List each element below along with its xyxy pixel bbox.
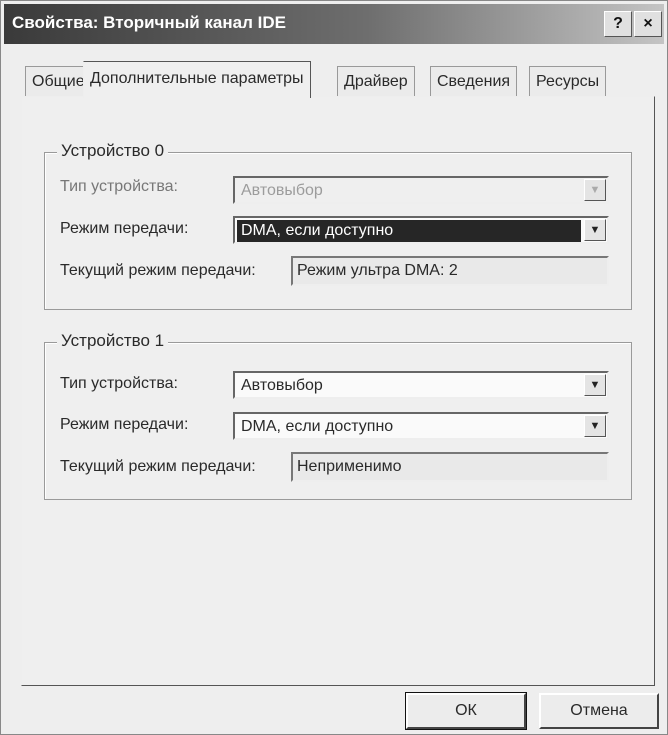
- device1-current-field: Неприменимо: [291, 452, 609, 482]
- device0-type-label: Тип устройства:: [60, 178, 178, 195]
- help-button[interactable]: ?: [604, 11, 632, 37]
- device1-mode-label: Режим передачи:: [60, 416, 189, 433]
- device0-current-field: Режим ультра DMA: 2: [291, 256, 609, 286]
- device1-type-value: Автовыбор: [241, 377, 323, 394]
- device0-group: Устройство 0 Тип устройства: Автовыбор ▼…: [44, 141, 632, 310]
- device0-type-select[interactable]: Автовыбор ▼: [233, 176, 609, 204]
- title-bar: Свойства: Вторичный канал IDE ? ×: [4, 4, 664, 44]
- device1-type-label: Тип устройства:: [60, 375, 178, 392]
- tab-details[interactable]: Сведения: [430, 66, 518, 97]
- device1-current-label: Текущий режим передачи:: [60, 458, 256, 475]
- tab-general[interactable]: Общие: [25, 66, 92, 97]
- device0-mode-value: DMA, если доступно: [237, 220, 581, 242]
- device0-current-value: Режим ультра DMA: 2: [297, 262, 458, 279]
- device1-current-value: Неприменимо: [297, 458, 402, 475]
- device1-mode-select[interactable]: DMA, если доступно ▼: [233, 412, 609, 440]
- device0-mode-select[interactable]: DMA, если доступно ▼: [233, 216, 609, 244]
- device1-mode-value: DMA, если доступно: [241, 418, 394, 435]
- device0-legend: Устройство 0: [57, 141, 169, 161]
- tab-settings-active[interactable]: Дополнительные параметры: [83, 61, 311, 98]
- chevron-down-icon[interactable]: ▼: [584, 374, 606, 396]
- ok-button[interactable]: ОК: [405, 692, 527, 730]
- device1-type-select[interactable]: Автовыбор ▼: [233, 371, 609, 399]
- chevron-down-icon[interactable]: ▼: [584, 179, 606, 201]
- cancel-button[interactable]: Отмена: [539, 693, 659, 729]
- device1-legend: Устройство 1: [57, 331, 169, 351]
- window-title: Свойства: Вторичный канал IDE: [12, 13, 286, 32]
- chevron-down-icon[interactable]: ▼: [584, 219, 606, 241]
- device0-current-label: Текущий режим передачи:: [60, 262, 256, 279]
- close-button[interactable]: ×: [634, 11, 662, 37]
- tab-panel: Устройство 0 Тип устройства: Автовыбор ▼…: [21, 96, 655, 686]
- tab-resources[interactable]: Ресурсы: [529, 66, 607, 97]
- device0-mode-label: Режим передачи:: [60, 220, 189, 237]
- tab-driver[interactable]: Драйвер: [337, 66, 415, 97]
- device1-group: Устройство 1 Тип устройства: Автовыбор ▼…: [44, 331, 632, 500]
- chevron-down-icon[interactable]: ▼: [584, 415, 606, 437]
- properties-dialog: Свойства: Вторичный канал IDE ? × Общие …: [0, 0, 668, 735]
- device0-type-value: Автовыбор: [241, 182, 323, 199]
